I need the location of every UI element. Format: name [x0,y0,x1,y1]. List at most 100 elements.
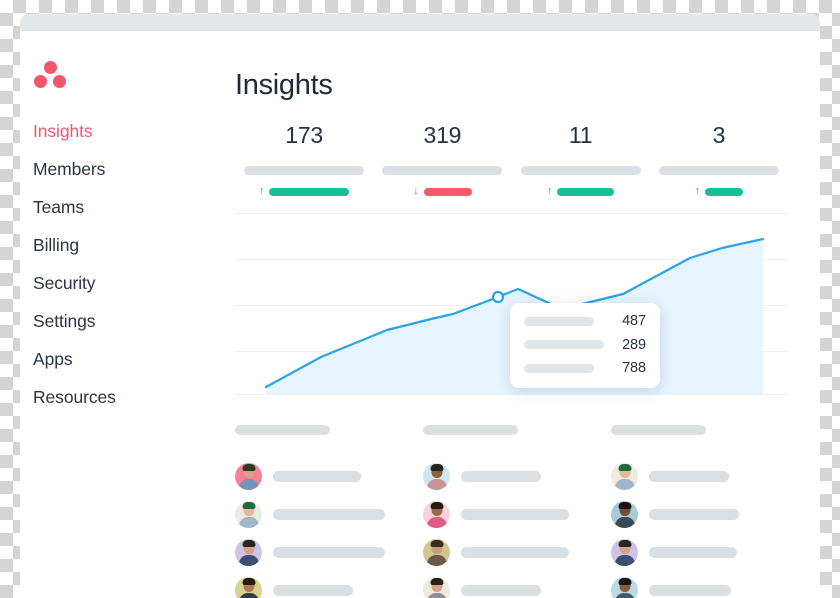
list-item[interactable] [235,539,423,566]
sidebar-item-settings[interactable]: Settings [33,312,223,331]
trend-placeholder-bar [269,187,350,196]
list-item-placeholder [649,509,739,520]
list-item-placeholder [273,585,353,596]
avatar-hair [430,502,443,509]
list-item-placeholder [649,547,737,558]
avatar [235,539,262,566]
sidebar-item-apps[interactable]: Apps [33,350,223,369]
sidebar-item-teams[interactable]: Teams [33,198,223,217]
stat-value: 11 [568,122,593,148]
tooltip-value: 487 [622,313,646,329]
avatar-hair [242,578,255,585]
list-item-placeholder [273,471,361,482]
avatar-hair [430,464,443,471]
browser-window: Insights Members Teams Billing Security Setti… [20,14,820,598]
stat-label-placeholder [658,166,779,175]
list-item[interactable] [423,539,611,566]
main-content: Insights 173 ↑ 319 ↓ 11 ↑ 3 ↑ 487 289 788 [235,31,820,598]
logo-dot-right [53,75,66,88]
stat-trend: ↑ [512,186,650,197]
list-item-placeholder [461,547,569,558]
avatar [611,463,638,490]
member-list-column [423,425,611,598]
trend-arrow-down-icon: ↓ [413,185,419,197]
stat-card-row: 173 ↑ 319 ↓ 11 ↑ 3 ↑ [235,124,788,202]
avatar [235,463,262,490]
app-page: Insights Members Teams Billing Security Setti… [20,31,820,598]
avatar-hair [430,578,443,585]
column-header-placeholder [423,425,518,435]
avatar-body [614,517,635,528]
avatar [611,577,638,598]
window-titlebar [20,14,820,31]
list-item[interactable] [423,463,611,490]
trend-placeholder-bar [557,187,615,196]
trend-placeholder-bar [705,187,744,196]
stat-label-placeholder [382,166,503,175]
tooltip-label-placeholder [524,363,594,373]
avatar-hair [618,578,631,585]
avatar-body [238,479,259,490]
sidebar-item-insights[interactable]: Insights [33,122,223,141]
avatar [235,577,262,598]
list-item[interactable] [235,577,423,598]
avatar [235,501,262,528]
avatar-body [426,593,447,598]
list-item[interactable] [611,501,799,528]
insights-area-chart[interactable]: 487 289 788 [235,213,788,395]
stat-trend: ↓ [373,186,511,197]
avatar-body [238,593,259,598]
list-item-placeholder [273,547,385,558]
chart-point-marker[interactable] [491,290,505,304]
list-item[interactable] [611,463,799,490]
list-item[interactable] [235,501,423,528]
tooltip-value: 289 [622,336,646,353]
sidebar-item-members[interactable]: Members [33,160,223,179]
sidebar-nav: Insights Members Teams Billing Security Setti… [33,122,223,427]
avatar-hair [618,540,631,547]
avatar-hair [430,540,443,547]
avatar [423,577,450,598]
list-item[interactable] [423,577,611,598]
member-list-column [611,425,799,598]
tooltip-label-placeholder [524,340,604,350]
page-title: Insights [235,69,333,101]
tooltip-value: 788 [622,360,646,376]
list-item-placeholder [461,509,569,520]
list-item[interactable] [611,539,799,566]
trend-placeholder-bar [423,187,472,196]
avatar [423,463,450,490]
list-item-placeholder [649,471,729,482]
avatar-hair [242,464,255,471]
column-header-placeholder [611,425,706,435]
chart-tooltip: 487 289 788 [510,303,660,388]
stat-label-placeholder [244,166,365,175]
avatar-body [614,555,635,566]
stat-trend: ↑ [650,186,788,197]
list-item-placeholder [461,585,541,596]
avatar [611,501,638,528]
stat-value: 173 [285,122,324,148]
avatar-body [614,479,635,490]
avatar-hair [618,464,631,471]
sidebar-item-security[interactable]: Security [33,274,223,293]
list-item-placeholder [461,471,541,482]
avatar-hair [618,502,631,509]
sidebar-item-billing[interactable]: Billing [33,236,223,255]
avatar-body [426,555,447,566]
list-item[interactable] [611,577,799,598]
avatar-hair [242,540,255,547]
stat-card: 173 ↑ [235,124,373,202]
trend-arrow-up-icon: ↑ [546,185,553,197]
member-list-column [235,425,423,598]
trend-arrow-up-icon: ↑ [694,185,701,197]
logo-dot-left [34,75,47,88]
avatar-hair [242,502,255,509]
sidebar-item-resources[interactable]: Resources [33,388,223,407]
list-item[interactable] [235,463,423,490]
stat-value: 3 [712,122,726,148]
list-item[interactable] [423,501,611,528]
tooltip-label-placeholder [524,316,594,326]
logo-dot-top [44,61,57,74]
stat-card: 319 ↓ [373,124,511,202]
